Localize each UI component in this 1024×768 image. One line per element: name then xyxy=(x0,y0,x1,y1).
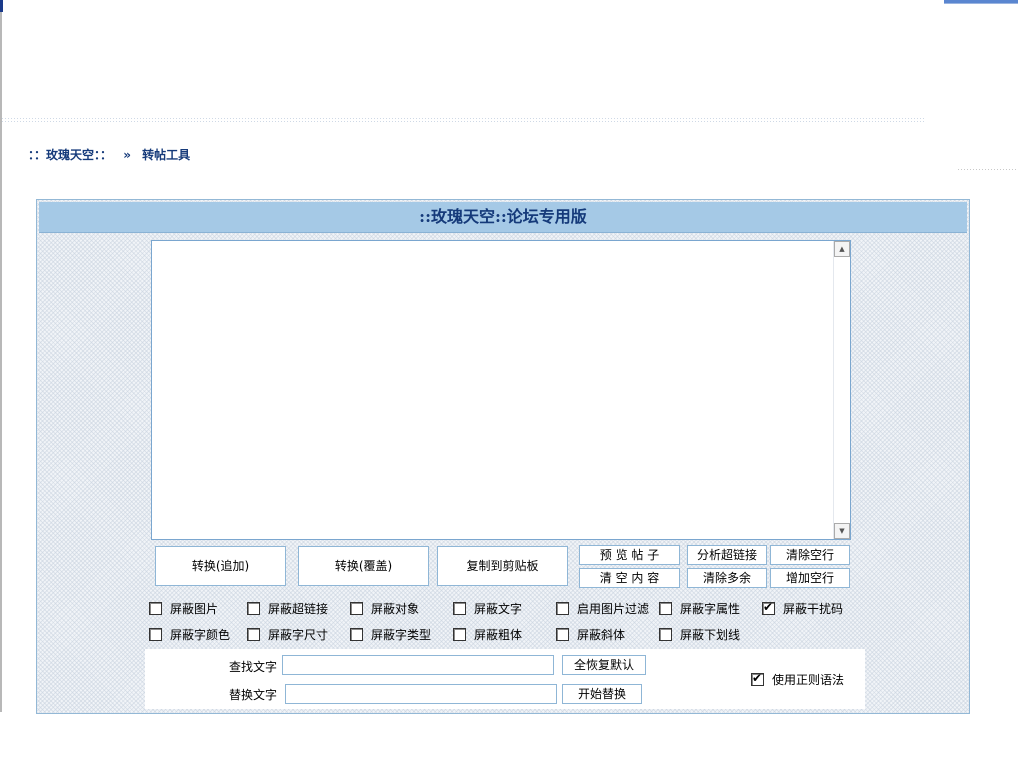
option-block-images[interactable]: 屏蔽图片 xyxy=(149,600,218,617)
editor-scrollbar[interactable]: ▲ ▼ xyxy=(833,241,850,539)
checkbox[interactable] xyxy=(247,628,260,641)
option-block-objects[interactable]: 屏蔽对象 xyxy=(350,600,419,617)
restore-defaults-button[interactable]: 全恢复默认 xyxy=(562,655,646,675)
checkbox[interactable] xyxy=(247,602,260,615)
option-block-font-size[interactable]: 屏蔽字尺寸 xyxy=(247,626,328,643)
breadcrumb-separator: » xyxy=(123,148,131,162)
find-label: 查找文字 xyxy=(229,660,278,674)
option-label: 屏蔽对象 xyxy=(371,602,420,616)
option-block-text[interactable]: 屏蔽文字 xyxy=(453,600,522,617)
copy-clipboard-button[interactable]: 复制到剪贴板 xyxy=(437,546,568,586)
option-label: 屏蔽超链接 xyxy=(268,602,329,616)
repost-tool-panel: ::玫瑰天空::论坛专用版 ▲ ▼ 转换(追加) 转换(覆盖) 复制到剪贴板 预… xyxy=(36,199,970,714)
content-editor-frame: ▲ ▼ xyxy=(151,240,851,540)
option-block-underline[interactable]: 屏蔽下划线 xyxy=(659,626,740,643)
breadcrumb-site-link[interactable]: ：：玫瑰天空：： xyxy=(28,148,112,162)
option-block-bold[interactable]: 屏蔽粗体 xyxy=(453,626,522,643)
clear-content-button[interactable]: 清 空 内 容 xyxy=(579,568,680,588)
option-block-italic[interactable]: 屏蔽斜体 xyxy=(556,626,625,643)
option-label: 屏蔽干扰码 xyxy=(783,602,844,616)
checkbox[interactable] xyxy=(556,602,569,615)
option-label: 屏蔽文字 xyxy=(474,602,523,616)
checkbox[interactable] xyxy=(659,602,672,615)
option-block-font-type[interactable]: 屏蔽字类型 xyxy=(350,626,431,643)
option-image-filter[interactable]: 启用图片过滤 xyxy=(556,600,649,617)
top-right-bar xyxy=(944,0,1018,4)
clear-extra-button[interactable]: 清除多余 xyxy=(687,568,767,588)
checkbox[interactable] xyxy=(556,628,569,641)
scroll-up-arrow-icon[interactable]: ▲ xyxy=(834,241,850,257)
option-label: 屏蔽字属性 xyxy=(680,602,741,616)
add-blank-lines-button[interactable]: 增加空行 xyxy=(770,568,850,588)
checkbox[interactable] xyxy=(659,628,672,641)
panel-title: ::玫瑰天空::论坛专用版 xyxy=(39,202,967,233)
option-label: 屏蔽字尺寸 xyxy=(268,628,329,642)
checkbox[interactable] xyxy=(453,602,466,615)
analyze-links-button[interactable]: 分析超链接 xyxy=(687,545,767,565)
checkbox[interactable] xyxy=(149,628,162,641)
checkbox-checked[interactable] xyxy=(751,671,764,686)
option-label: 启用图片过滤 xyxy=(577,602,650,616)
option-use-regex[interactable]: 使用正则语法 xyxy=(751,671,844,688)
option-block-font-color[interactable]: 屏蔽字颜色 xyxy=(149,626,230,643)
option-label: 使用正则语法 xyxy=(772,673,845,687)
small-divider xyxy=(958,169,1018,170)
option-label: 屏蔽图片 xyxy=(170,602,219,616)
checkbox-checked[interactable] xyxy=(762,600,775,615)
option-block-links[interactable]: 屏蔽超链接 xyxy=(247,600,328,617)
replace-label: 替换文字 xyxy=(229,688,278,702)
replace-input[interactable] xyxy=(285,684,557,704)
checkbox[interactable] xyxy=(149,602,162,615)
option-label: 屏蔽斜体 xyxy=(577,628,626,642)
option-block-font-attrs[interactable]: 屏蔽字属性 xyxy=(659,600,740,617)
find-replace-area: 查找文字 全恢复默认 替换文字 开始替换 使用正则语法 xyxy=(145,649,865,709)
top-left-marker xyxy=(0,0,3,12)
start-replace-button[interactable]: 开始替换 xyxy=(562,684,642,704)
convert-append-button[interactable]: 转换(追加) xyxy=(155,546,286,586)
preview-post-button[interactable]: 预 览 帖 子 xyxy=(579,545,680,565)
checkbox[interactable] xyxy=(453,628,466,641)
option-block-noise-code[interactable]: 屏蔽干扰码 xyxy=(762,600,843,617)
checkbox[interactable] xyxy=(350,628,363,641)
option-label: 屏蔽字颜色 xyxy=(170,628,231,642)
content-editor[interactable] xyxy=(152,241,832,539)
option-label: 屏蔽字类型 xyxy=(371,628,432,642)
option-label: 屏蔽粗体 xyxy=(474,628,523,642)
scroll-down-arrow-icon[interactable]: ▼ xyxy=(834,523,850,539)
clear-blank-lines-button[interactable]: 清除空行 xyxy=(770,545,850,565)
checkbox[interactable] xyxy=(350,602,363,615)
left-border xyxy=(0,0,2,712)
find-input[interactable] xyxy=(282,655,554,675)
option-label: 屏蔽下划线 xyxy=(680,628,741,642)
breadcrumb-current[interactable]: 转帖工具 xyxy=(142,148,190,162)
breadcrumb: ：：玫瑰天空：： » 转帖工具 xyxy=(28,146,190,163)
convert-overwrite-button[interactable]: 转换(覆盖) xyxy=(298,546,429,586)
header-divider xyxy=(2,116,926,124)
page: ：：玫瑰天空：： » 转帖工具 ::玫瑰天空::论坛专用版 ▲ ▼ 转换(追加)… xyxy=(0,0,1024,768)
